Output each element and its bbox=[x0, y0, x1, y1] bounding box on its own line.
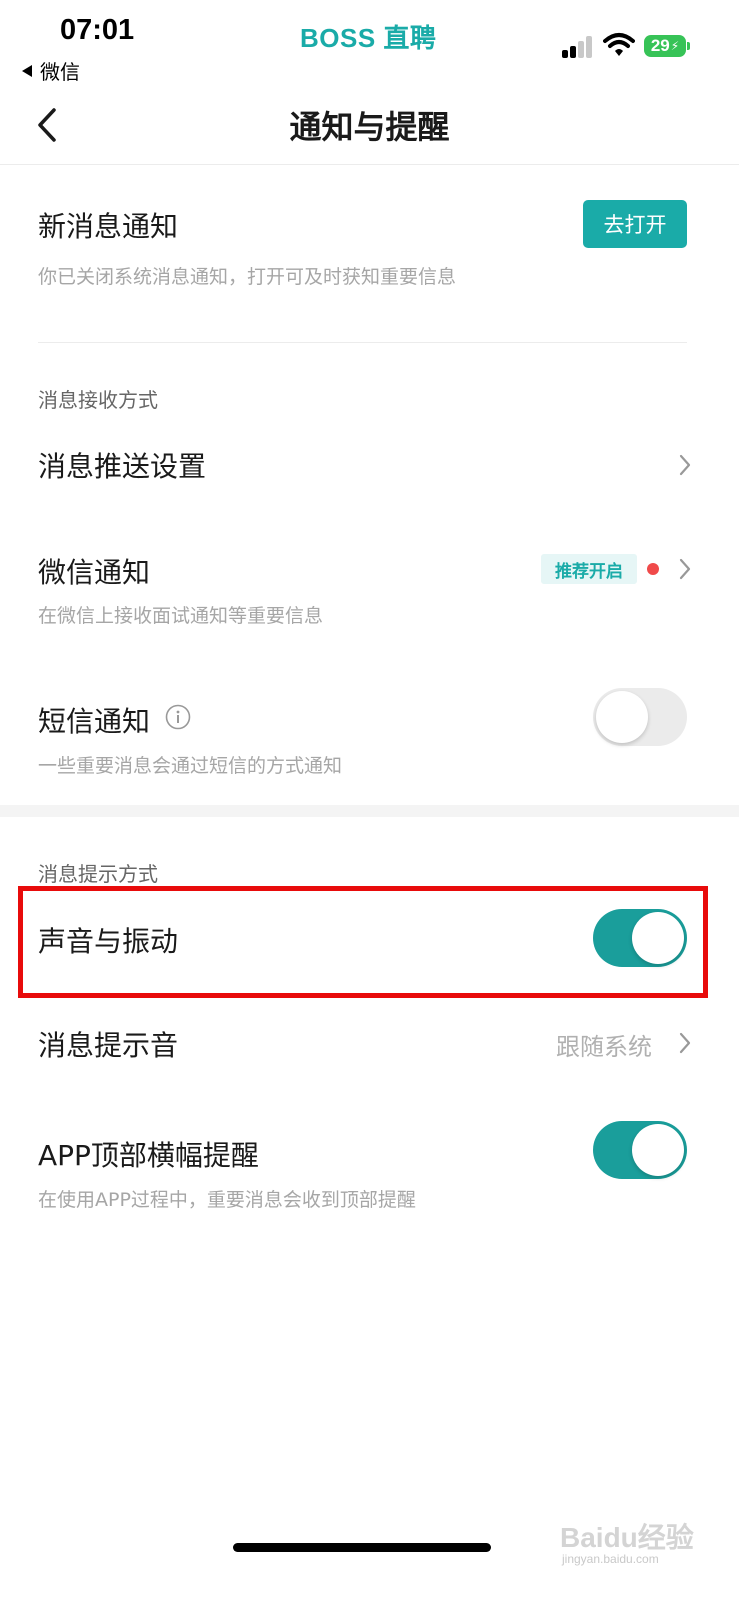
divider bbox=[38, 342, 687, 343]
banner-toggle[interactable] bbox=[593, 1121, 687, 1179]
alert-section-label: 消息提示方式 bbox=[38, 862, 158, 886]
sms-notify-subtitle: 一些重要消息会通过短信的方式通知 bbox=[38, 755, 343, 777]
charging-bolt-icon: ⚡ bbox=[670, 39, 680, 53]
chevron-right-icon bbox=[679, 558, 691, 580]
receive-section-label: 消息接收方式 bbox=[38, 388, 158, 412]
status-time: 07:01 bbox=[60, 14, 135, 46]
nav-bar: 通知与提醒 bbox=[0, 90, 739, 165]
sms-notify-toggle[interactable] bbox=[593, 688, 687, 746]
wechat-notify-subtitle: 在微信上接收面试通知等重要信息 bbox=[38, 605, 324, 627]
page-title: 通知与提醒 bbox=[289, 108, 450, 146]
watermark-url: jingyan.baidu.com bbox=[562, 1552, 659, 1566]
brand-logo: BOSS 直聘 bbox=[300, 23, 437, 53]
battery-icon: 29 ⚡ bbox=[644, 35, 686, 57]
home-indicator[interactable] bbox=[233, 1543, 491, 1552]
banner-subtitle: 在使用APP过程中，重要消息会收到顶部提醒 bbox=[38, 1189, 416, 1211]
chevron-right-icon bbox=[679, 1032, 691, 1054]
red-dot-badge bbox=[647, 563, 659, 575]
wechat-notify-title: 微信通知 bbox=[38, 556, 151, 589]
alert-tone-value: 跟随系统 bbox=[556, 1033, 652, 1061]
banner-title: APP顶部横幅提醒 bbox=[38, 1139, 259, 1172]
watermark-text: Baidu经验 bbox=[560, 1522, 694, 1553]
alert-tone-title: 消息提示音 bbox=[38, 1029, 179, 1062]
wifi-icon bbox=[603, 33, 635, 56]
battery-tip bbox=[687, 42, 690, 50]
push-settings-title: 消息推送设置 bbox=[38, 450, 207, 483]
highlight-box bbox=[18, 886, 708, 998]
section-separator bbox=[0, 805, 739, 817]
return-app-label: 微信 bbox=[40, 60, 80, 84]
cellular-signal-icon bbox=[562, 34, 594, 58]
new-message-subtitle: 你已关闭系统消息通知，打开可及时获知重要信息 bbox=[38, 266, 457, 288]
toggle-knob bbox=[632, 1124, 684, 1176]
open-notification-button[interactable]: 去打开 bbox=[583, 200, 687, 248]
new-message-title: 新消息通知 bbox=[38, 210, 179, 243]
chevron-right-icon bbox=[679, 454, 691, 476]
sms-notify-title: 短信通知 bbox=[38, 705, 151, 738]
baidu-watermark: Baidu经验 jingyan.baidu.com bbox=[560, 1508, 710, 1568]
status-bar: 07:01 微信 BOSS 直聘 29 ⚡ bbox=[0, 0, 739, 90]
battery-level: 29 bbox=[650, 36, 670, 55]
toggle-knob bbox=[596, 691, 648, 743]
info-icon[interactable] bbox=[165, 704, 191, 730]
push-settings-row[interactable]: 消息推送设置 bbox=[38, 445, 702, 495]
back-triangle-icon bbox=[22, 64, 32, 77]
return-to-app-link[interactable]: 微信 bbox=[22, 56, 80, 85]
recommend-badge: 推荐开启 bbox=[541, 554, 637, 584]
